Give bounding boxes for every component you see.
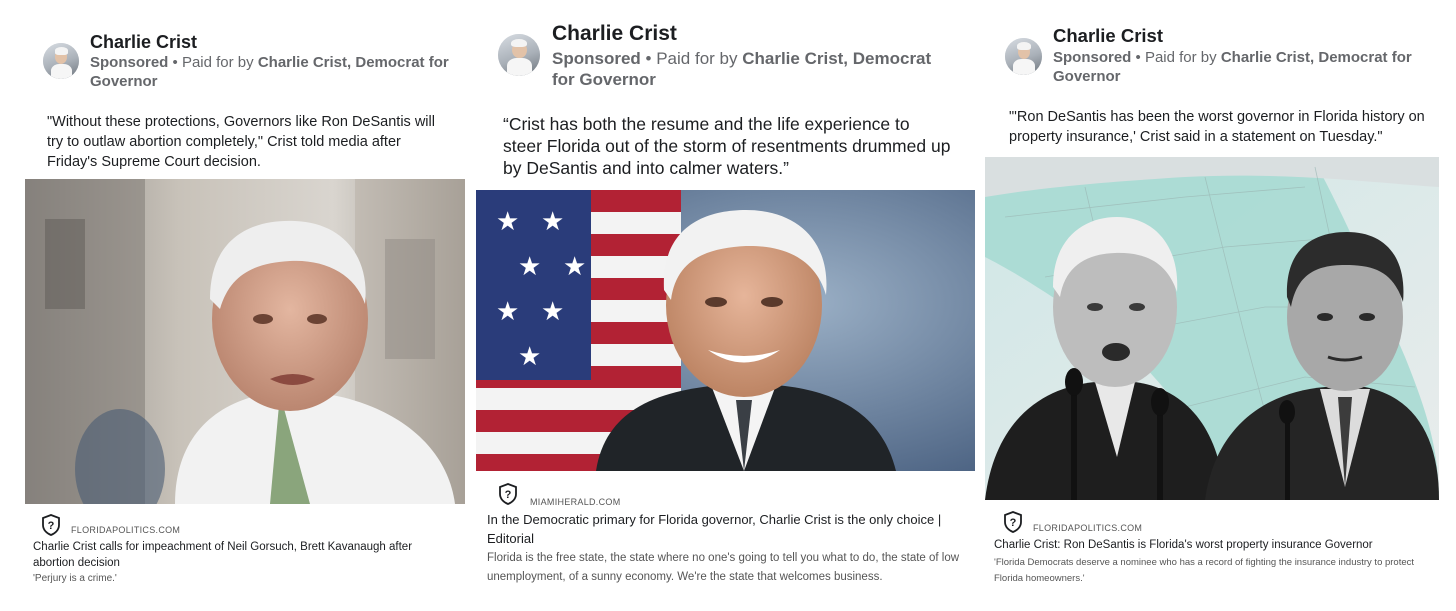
link-domain: MIAMIHERALD.COM xyxy=(530,497,621,507)
svg-text:★: ★ xyxy=(518,252,541,282)
ad-caption: "Without these protections, Governors li… xyxy=(47,114,435,170)
shield-question-icon: ? xyxy=(42,514,60,536)
sponsor-avatar[interactable] xyxy=(498,34,540,76)
sponsor-meta: Sponsored • Paid for by Charlie Crist, D… xyxy=(552,48,952,91)
ad-caption: "'Ron DeSantis has been the worst govern… xyxy=(1009,109,1425,145)
ad-caption: “Crist has both the resume and the life … xyxy=(503,114,951,178)
svg-text:?: ? xyxy=(48,520,55,532)
paid-for-by-label: Paid for by xyxy=(656,49,738,68)
link-description: Florida is the free state, the state whe… xyxy=(487,552,960,583)
meta-separator: • xyxy=(172,54,182,71)
meta-separator: • xyxy=(645,49,657,68)
sponsored-label: Sponsored xyxy=(552,49,641,68)
svg-text:★: ★ xyxy=(563,252,586,282)
sponsor-name[interactable]: Charlie Crist xyxy=(552,22,677,46)
link-headline[interactable]: Charlie Crist: Ron DeSantis is Florida's… xyxy=(994,537,1434,553)
link-headline[interactable]: In the Democratic primary for Florida go… xyxy=(487,510,967,548)
svg-text:★: ★ xyxy=(541,207,564,237)
sponsor-name[interactable]: Charlie Crist xyxy=(90,32,197,53)
link-headline[interactable]: Charlie Crist calls for impeachment of N… xyxy=(33,539,443,571)
ad-photo[interactable] xyxy=(25,179,465,504)
sponsored-ad-2: Charlie Crist Sponsored • Paid for by Ch… xyxy=(476,0,982,611)
link-description: 'Perjury is a crime.' xyxy=(33,573,117,584)
sponsor-avatar[interactable] xyxy=(43,43,79,79)
svg-text:★: ★ xyxy=(541,297,564,327)
svg-text:★: ★ xyxy=(496,207,519,237)
ad-photo[interactable]: ★ ★ ★ ★ ★ ★ ★ xyxy=(476,190,975,471)
svg-text:?: ? xyxy=(1010,517,1017,529)
sponsored-ad-1: Charlie Crist Sponsored • Paid for by Ch… xyxy=(0,0,476,611)
shield-question-icon: ? xyxy=(1004,511,1022,533)
paid-for-by-label: Paid for by xyxy=(1144,49,1217,66)
sponsor-avatar[interactable] xyxy=(1005,38,1042,75)
link-domain: FLORIDAPOLITICS.COM xyxy=(71,525,181,535)
sponsored-label: Sponsored xyxy=(1053,49,1132,66)
paid-for-by-label: Paid for by xyxy=(181,54,254,71)
sponsored-ad-3: Charlie Crist Sponsored • Paid for by Ch… xyxy=(982,0,1456,611)
svg-text:★: ★ xyxy=(518,342,541,372)
sponsored-label: Sponsored xyxy=(90,54,169,71)
link-description: 'Florida Democrats deserve a nominee who… xyxy=(994,557,1415,584)
shield-question-icon: ? xyxy=(499,483,517,505)
svg-text:★: ★ xyxy=(496,297,519,327)
ad-photo[interactable] xyxy=(985,157,1439,500)
meta-separator: • xyxy=(1135,49,1145,66)
sponsor-name[interactable]: Charlie Crist xyxy=(1053,25,1163,47)
svg-text:?: ? xyxy=(505,489,512,501)
sponsor-meta: Sponsored • Paid for by Charlie Crist, D… xyxy=(90,54,450,92)
sponsor-meta: Sponsored • Paid for by Charlie Crist, D… xyxy=(1053,49,1433,87)
link-domain: FLORIDAPOLITICS.COM xyxy=(1033,523,1143,533)
